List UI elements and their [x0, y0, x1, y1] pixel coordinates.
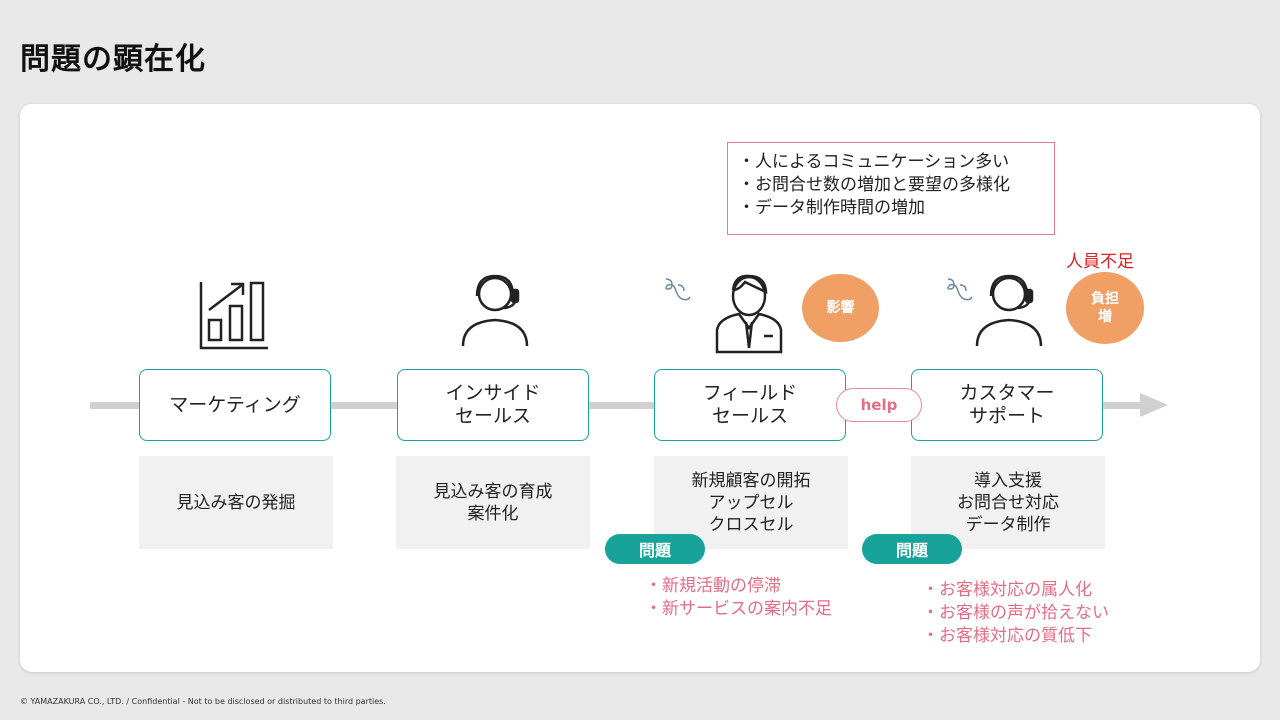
stage-desc-marketing: 見込み客の発掘 — [139, 456, 333, 549]
growth-chart-icon — [199, 281, 268, 350]
page-title: 問題の顕在化 — [20, 42, 206, 77]
stage-inside-sales: インサイド セールス — [397, 369, 589, 441]
help-badge: help — [836, 388, 922, 422]
stage-marketing: マーケティング — [139, 369, 331, 441]
stage-field-sales: フィールド セールス — [654, 369, 846, 441]
burden-increase-badge: 負担 増 — [1066, 272, 1144, 344]
stage-customer-support: カスタマー サポート — [911, 369, 1103, 441]
copyright-footer: © YAMAZAKURA CO., LTD. / Confidential - … — [20, 697, 386, 706]
headset-operator-icon — [461, 274, 529, 347]
flow-arrow-head — [1140, 393, 1168, 417]
impact-badge: 影響 — [802, 274, 879, 342]
stage-desc-inside-sales: 見込み客の育成 案件化 — [396, 456, 590, 549]
businessman-icon — [715, 274, 783, 354]
problem-tag: 問題 — [605, 534, 705, 564]
issues-note: ・人によるコミュニケーション多い ・お問合せ数の増加と要望の多様化 ・データ制作… — [727, 142, 1055, 235]
staff-shortage-label: 人員不足 — [1066, 252, 1134, 272]
problem-list-field-sales: ・新規活動の停滞 ・新サービスの案内不足 — [645, 576, 832, 619]
problem-tag: 問題 — [862, 534, 962, 564]
problem-list-customer-support: ・お客様対応の属人化 ・お客様の声が拾えない ・お客様対応の質低下 — [922, 580, 1109, 646]
headset-operator-icon — [975, 274, 1043, 347]
stress-squiggle-icon — [665, 278, 691, 301]
stress-squiggle-icon — [947, 278, 973, 301]
